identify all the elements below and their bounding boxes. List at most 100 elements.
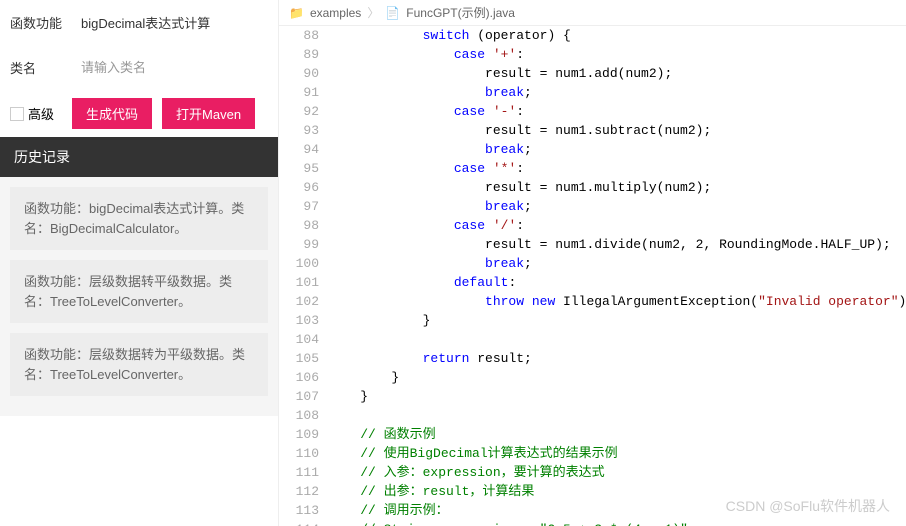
history-item[interactable]: 函数功能：层级数据转平级数据。类名：TreeToLevelConverter。: [10, 260, 268, 323]
line-number: 102: [279, 292, 329, 311]
code-content: // 入参：expression，要计算的表达式: [329, 463, 605, 482]
code-content: case '/':: [329, 216, 524, 235]
code-content: case '+':: [329, 45, 524, 64]
code-content: break;: [329, 197, 532, 216]
class-row: 类名: [0, 45, 278, 90]
code-line[interactable]: 101 default:: [279, 273, 906, 292]
line-number: 103: [279, 311, 329, 330]
history-header: 历史记录: [0, 137, 278, 177]
line-number: 105: [279, 349, 329, 368]
java-file-icon: 📄: [385, 6, 400, 20]
code-content: result = num1.divide(num2, 2, RoundingMo…: [329, 235, 891, 254]
advanced-label: 高级: [28, 104, 54, 123]
line-number: 107: [279, 387, 329, 406]
line-number: 106: [279, 368, 329, 387]
right-panel: 📁 examples 〉 📄 FuncGPT(示例).java 88 switc…: [278, 0, 906, 526]
line-number: 95: [279, 159, 329, 178]
code-content: return result;: [329, 349, 532, 368]
code-line[interactable]: 99 result = num1.divide(num2, 2, Roundin…: [279, 235, 906, 254]
breadcrumb-file[interactable]: FuncGPT(示例).java: [406, 4, 515, 21]
code-content: result = num1.multiply(num2);: [329, 178, 711, 197]
code-line[interactable]: 96 result = num1.multiply(num2);: [279, 178, 906, 197]
code-line[interactable]: 92 case '-':: [279, 102, 906, 121]
code-line[interactable]: 88 switch (operator) {: [279, 26, 906, 45]
code-content: }: [329, 311, 430, 330]
line-number: 90: [279, 64, 329, 83]
code-line[interactable]: 102 throw new IllegalArgumentException("…: [279, 292, 906, 311]
history-item[interactable]: 函数功能：bigDecimal表达式计算。类名：BigDecimalCalcul…: [10, 187, 268, 250]
line-number: 91: [279, 83, 329, 102]
line-number: 104: [279, 330, 329, 349]
folder-icon: 📁: [289, 6, 304, 20]
code-content: // String expression = "2.5 + 3 * (4 - 1…: [329, 520, 696, 526]
code-line[interactable]: 108: [279, 406, 906, 425]
code-line[interactable]: 105 return result;: [279, 349, 906, 368]
code-line[interactable]: 97 break;: [279, 197, 906, 216]
code-line[interactable]: 112 // 出参：result，计算结果: [279, 482, 906, 501]
code-editor[interactable]: 88 switch (operator) {89 case '+':90 res…: [279, 26, 906, 526]
func-input[interactable]: [70, 8, 268, 37]
code-content: // 调用示例：: [329, 501, 449, 520]
code-content: case '-':: [329, 102, 524, 121]
history-list: 函数功能：bigDecimal表达式计算。类名：BigDecimalCalcul…: [0, 177, 278, 416]
class-label: 类名: [10, 58, 70, 77]
code-line[interactable]: 89 case '+':: [279, 45, 906, 64]
code-line[interactable]: 94 break;: [279, 140, 906, 159]
code-line[interactable]: 100 break;: [279, 254, 906, 273]
code-line[interactable]: 104: [279, 330, 906, 349]
code-content: switch (operator) {: [329, 26, 571, 45]
open-maven-button[interactable]: 打开Maven: [162, 98, 255, 129]
func-row: 函数功能: [0, 0, 278, 45]
line-number: 99: [279, 235, 329, 254]
line-number: 108: [279, 406, 329, 425]
line-number: 94: [279, 140, 329, 159]
code-line[interactable]: 91 break;: [279, 83, 906, 102]
line-number: 114: [279, 520, 329, 526]
line-number: 110: [279, 444, 329, 463]
left-panel: 函数功能 类名 高级 生成代码 打开Maven 历史记录 函数功能：bigDec…: [0, 0, 278, 526]
code-content: break;: [329, 83, 532, 102]
breadcrumb: 📁 examples 〉 📄 FuncGPT(示例).java: [279, 0, 906, 26]
code-line[interactable]: 110 // 使用BigDecimal计算表达式的结果示例: [279, 444, 906, 463]
code-content: // 函数示例: [329, 425, 436, 444]
code-line[interactable]: 107 }: [279, 387, 906, 406]
code-line[interactable]: 98 case '/':: [279, 216, 906, 235]
line-number: 96: [279, 178, 329, 197]
code-line[interactable]: 111 // 入参：expression，要计算的表达式: [279, 463, 906, 482]
line-number: 112: [279, 482, 329, 501]
code-line[interactable]: 109 // 函数示例: [279, 425, 906, 444]
line-number: 97: [279, 197, 329, 216]
code-line[interactable]: 95 case '*':: [279, 159, 906, 178]
history-item[interactable]: 函数功能：层级数据转为平级数据。类名：TreeToLevelConverter。: [10, 333, 268, 396]
line-number: 93: [279, 121, 329, 140]
advanced-checkbox[interactable]: [10, 107, 24, 121]
line-number: 98: [279, 216, 329, 235]
line-number: 100: [279, 254, 329, 273]
code-content: // 出参：result，计算结果: [329, 482, 534, 501]
line-number: 111: [279, 463, 329, 482]
breadcrumb-folder[interactable]: examples: [310, 6, 361, 20]
button-row: 高级 生成代码 打开Maven: [0, 90, 278, 137]
code-content: default:: [329, 273, 516, 292]
code-content: case '*':: [329, 159, 524, 178]
code-line[interactable]: 93 result = num1.subtract(num2);: [279, 121, 906, 140]
line-number: 101: [279, 273, 329, 292]
class-input[interactable]: [70, 53, 268, 82]
chevron-right-icon: 〉: [367, 4, 379, 21]
code-line[interactable]: 113 // 调用示例：: [279, 501, 906, 520]
code-line[interactable]: 114 // String expression = "2.5 + 3 * (4…: [279, 520, 906, 526]
line-number: 89: [279, 45, 329, 64]
code-content: }: [329, 387, 368, 406]
code-content: }: [329, 368, 399, 387]
code-content: break;: [329, 254, 532, 273]
code-line[interactable]: 90 result = num1.add(num2);: [279, 64, 906, 83]
code-line[interactable]: 103 }: [279, 311, 906, 330]
code-content: result = num1.add(num2);: [329, 64, 672, 83]
advanced-checkbox-wrap[interactable]: 高级: [10, 104, 54, 123]
line-number: 109: [279, 425, 329, 444]
code-content: result = num1.subtract(num2);: [329, 121, 711, 140]
func-label: 函数功能: [10, 13, 70, 32]
line-number: 92: [279, 102, 329, 121]
generate-button[interactable]: 生成代码: [72, 98, 152, 129]
code-line[interactable]: 106 }: [279, 368, 906, 387]
